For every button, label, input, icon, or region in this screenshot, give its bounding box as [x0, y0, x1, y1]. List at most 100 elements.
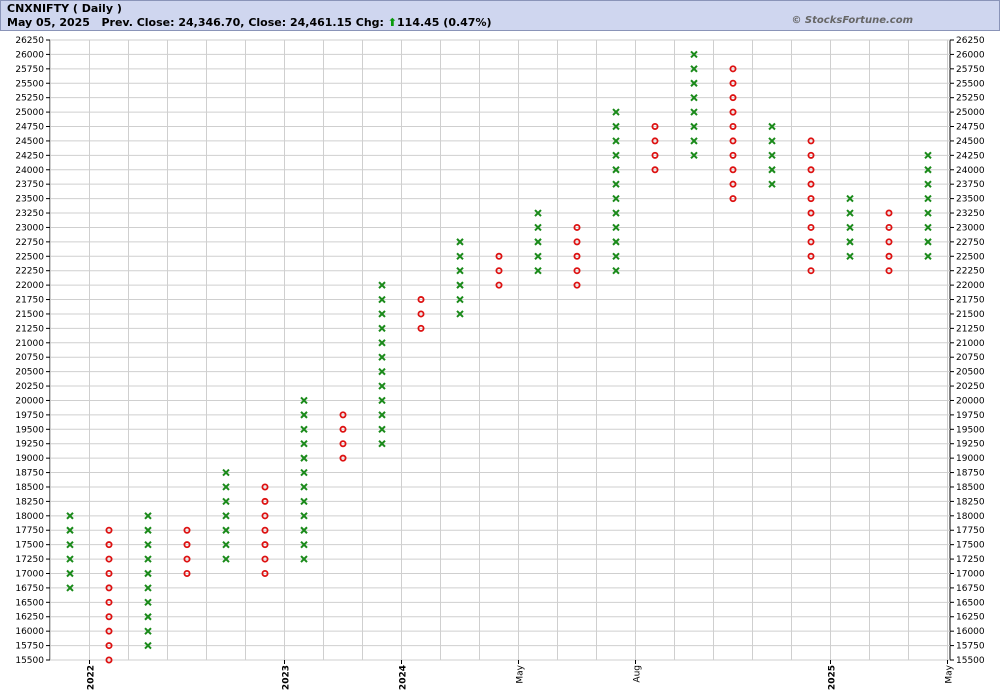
y-tick-label-right: 22500 [956, 252, 985, 262]
y-tick-label-left: 22500 [15, 252, 44, 262]
y-tick-label-left: 25250 [15, 94, 44, 104]
y-tick-label-left: 19500 [15, 425, 44, 435]
y-tick-label-left: 18500 [15, 483, 44, 493]
y-tick-label-left: 15750 [15, 642, 44, 652]
y-tick-label-left: 20750 [15, 353, 44, 363]
y-tick-label-right: 19500 [956, 425, 985, 435]
y-tick-label-right: 25000 [956, 108, 985, 118]
x-tick-label: Aug [633, 665, 643, 683]
change-label: Chg: [355, 16, 384, 29]
y-tick-label-left: 17500 [15, 541, 44, 551]
y-tick-label-left: 20500 [15, 368, 44, 378]
prev-close-label: Prev. Close: [101, 16, 175, 29]
y-tick-label-left: 25500 [15, 79, 44, 89]
y-tick-label-right: 24000 [956, 166, 985, 176]
y-tick-label-right: 24250 [956, 151, 985, 161]
y-tick-label-right: 16000 [956, 627, 985, 637]
y-tick-label-right: 20750 [956, 353, 985, 363]
y-tick-label-left: 18250 [15, 497, 44, 507]
x-tick-label: May [945, 664, 955, 683]
y-tick-label-right: 26250 [956, 36, 985, 46]
y-tick-label-left: 16250 [15, 613, 44, 623]
watermark: © StocksFortune.com [791, 15, 913, 26]
y-tick-label-right: 19250 [956, 440, 985, 450]
y-tick-label-right: 16750 [956, 584, 985, 594]
y-tick-label-left: 19250 [15, 440, 44, 450]
y-tick-label-right: 17500 [956, 541, 985, 551]
up-arrow-icon: ⬆ [387, 16, 398, 29]
y-tick-label-left: 17000 [15, 569, 44, 579]
y-tick-label-left: 24250 [15, 151, 44, 161]
y-tick-label-left: 20250 [15, 382, 44, 392]
y-tick-label-left: 25000 [15, 108, 44, 118]
y-tick-label-left: 17250 [15, 555, 44, 565]
y-tick-label-left: 23500 [15, 195, 44, 205]
y-tick-label-right: 15500 [956, 656, 985, 666]
y-tick-label-right: 18000 [956, 512, 985, 522]
point-and-figure-chart: 15500 15500 15750 15750 16000 16000 16250 16250… [15, 36, 985, 690]
y-tick-label-left: 21000 [15, 339, 44, 349]
y-tick-label-right: 15750 [956, 642, 985, 652]
y-tick-label-left: 24500 [15, 137, 44, 147]
y-tick-label-left: 22000 [15, 281, 44, 291]
y-tick-label-right: 24750 [956, 123, 985, 133]
y-tick-label-right: 21000 [956, 339, 985, 349]
y-tick-label-left: 25750 [15, 65, 44, 75]
y-tick-label-left: 16000 [15, 627, 44, 637]
y-tick-label-right: 17750 [956, 526, 985, 536]
x-tick-label: 2024 [399, 665, 409, 690]
y-tick-label-right: 16500 [956, 598, 985, 608]
y-tick-label-right: 20500 [956, 368, 985, 378]
y-tick-label-right: 16250 [956, 613, 985, 623]
y-tick-label-left: 24000 [15, 166, 44, 176]
y-tick-label-right: 22250 [956, 267, 985, 277]
x-tick-label: May [516, 664, 526, 683]
y-tick-label-right: 17250 [956, 555, 985, 565]
y-tick-label-left: 26000 [15, 50, 44, 60]
y-tick-label-right: 21750 [956, 296, 985, 306]
y-tick-label-left: 18750 [15, 469, 44, 479]
prev-close-value: 24,346.70, [178, 16, 245, 29]
close-value: 24,461.15 [289, 16, 352, 29]
y-tick-label-right: 23750 [956, 180, 985, 190]
price-summary: May 05, 2025 Prev. Close: 24,346.70, Clo… [7, 16, 492, 29]
y-tick-label-left: 26250 [15, 36, 44, 46]
y-tick-label-right: 18750 [956, 469, 985, 479]
y-tick-label-right: 19750 [956, 411, 985, 421]
plot-area [49, 39, 951, 661]
y-tick-label-right: 20250 [956, 382, 985, 392]
y-tick-label-right: 24500 [956, 137, 985, 147]
y-tick-label-right: 23500 [956, 195, 985, 205]
change-value: 114.45 (0.47%) [397, 16, 492, 29]
x-tick-label: 2025 [828, 665, 838, 690]
y-tick-label-right: 17000 [956, 569, 985, 579]
y-tick-label-left: 22750 [15, 238, 44, 248]
y-tick-label-left: 23250 [15, 209, 44, 219]
x-tick-label: 2023 [282, 665, 292, 690]
y-tick-label-left: 15500 [15, 656, 44, 666]
y-tick-label-right: 21250 [956, 324, 985, 334]
y-tick-label-right: 22750 [956, 238, 985, 248]
y-tick-label-left: 19000 [15, 454, 44, 464]
y-tick-label-right: 23250 [956, 209, 985, 219]
y-tick-label-left: 16750 [15, 584, 44, 594]
close-label: Close: [248, 16, 287, 29]
chart-header: CNXNIFTY ( Daily ) May 05, 2025 Prev. Cl… [0, 0, 1000, 31]
y-tick-label-left: 21250 [15, 324, 44, 334]
y-tick-label-left: 21500 [15, 310, 44, 320]
y-tick-label-right: 25500 [956, 79, 985, 89]
y-tick-label-right: 23000 [956, 223, 985, 233]
y-tick-label-left: 24750 [15, 123, 44, 133]
y-tick-label-right: 22000 [956, 281, 985, 291]
y-tick-label-right: 18250 [956, 497, 985, 507]
y-tick-label-right: 20000 [956, 396, 985, 406]
y-tick-label-left: 23750 [15, 180, 44, 190]
y-tick-label-left: 23000 [15, 223, 44, 233]
quote-date: May 05, 2025 [7, 16, 90, 29]
y-tick-label-right: 26000 [956, 50, 985, 60]
y-tick-label-right: 18500 [956, 483, 985, 493]
y-tick-label-left: 22250 [15, 267, 44, 277]
y-tick-label-left: 16500 [15, 598, 44, 608]
y-tick-label-left: 17750 [15, 526, 44, 536]
chart-title: CNXNIFTY ( Daily ) [7, 2, 122, 15]
